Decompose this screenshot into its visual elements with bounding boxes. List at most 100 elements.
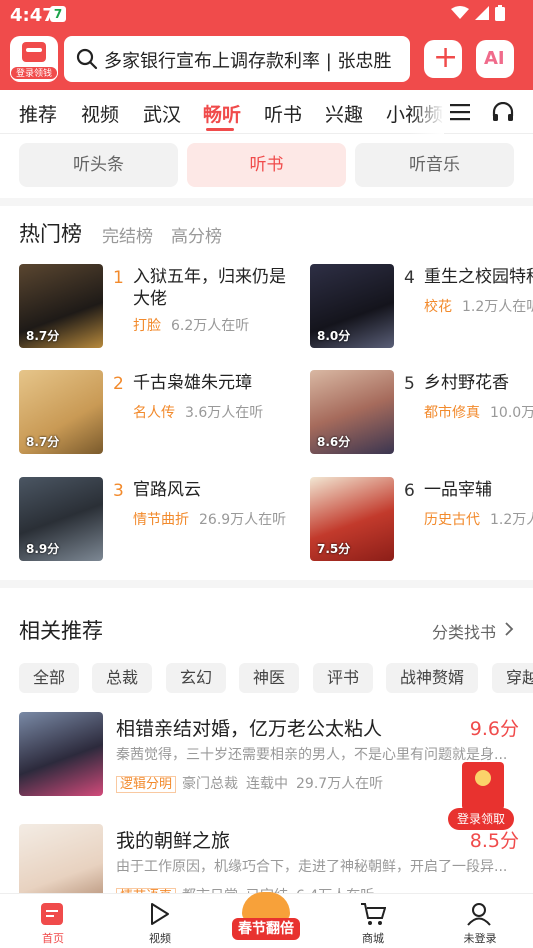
- nav-mall[interactable]: 商城: [333, 894, 413, 948]
- book-description: 由于工作原因，机缘巧合下，走进了神秘朝鲜，开启了一段异...: [116, 859, 508, 875]
- book-cover: 8.7分: [19, 370, 103, 454]
- tab-interest[interactable]: 兴趣: [325, 100, 363, 127]
- segment-headlines[interactable]: 听头条: [19, 143, 178, 187]
- login-claim-button[interactable]: 登录领取: [448, 808, 514, 830]
- book-listeners: 1.2万人在听: [462, 299, 533, 315]
- rank-item[interactable]: 8.7分 2 千古枭雄朱元璋 名人传 3.6万人在听: [19, 370, 289, 454]
- cart-icon: [361, 903, 386, 925]
- tab-completed-ranking[interactable]: 完结榜: [102, 222, 153, 247]
- tab-high-score-ranking[interactable]: 高分榜: [171, 222, 222, 247]
- book-genre: 豪门总裁: [182, 776, 239, 792]
- chip-war-god[interactable]: 战神赘婿: [386, 663, 479, 693]
- rank-item[interactable]: 8.9分 3 官路风云 情节曲折 26.9万人在听: [19, 477, 289, 561]
- book-title: 相错亲结对婚，亿万老公太粘人: [116, 718, 383, 740]
- tab-fade: [410, 90, 444, 134]
- recommend-item[interactable]: 相错亲结对婚，亿万老公太粘人 9.6分 秦茜觉得，三十岁还需要相亲的男人，不是心…: [19, 712, 519, 796]
- segment-music[interactable]: 听音乐: [355, 143, 514, 187]
- chip-storytelling[interactable]: 评书: [313, 663, 374, 693]
- book-meta: 打脸 6.2万人在听: [133, 315, 249, 335]
- nav-label: 视频: [149, 932, 171, 945]
- home-icon: [41, 903, 63, 925]
- chip-doctor[interactable]: 神医: [239, 663, 300, 693]
- tab-changting[interactable]: 畅听: [203, 100, 241, 127]
- book-meta: 历史古代 1.2万人: [424, 509, 533, 529]
- book-title: 重生之校园特种: [424, 267, 533, 287]
- ai-button[interactable]: AI: [476, 40, 514, 78]
- book-meta: 校花 1.2万人在听: [424, 296, 533, 316]
- book-score: 8.6分: [317, 435, 351, 449]
- category-nav: 推荐 视频 武汉 畅听 听书 兴趣 小视频: [0, 90, 533, 134]
- book-meta: 都市修真 10.0万: [424, 402, 533, 422]
- login-reward-tag: 登录领钱: [10, 66, 58, 80]
- book-meta: 逻辑分明 豪门总裁 连载中 29.7万人在听: [116, 773, 391, 793]
- book-cover: 7.5分: [310, 477, 394, 561]
- red-envelope-widget[interactable]: 登录领取: [448, 762, 514, 834]
- plus-icon: +: [433, 40, 459, 75]
- ai-icon: AI: [484, 48, 505, 69]
- book-listeners: 6.2万人在听: [171, 318, 250, 334]
- battery-icon: [495, 5, 505, 21]
- status-bar: 4:47 7: [0, 0, 533, 30]
- book-title: 入狱五年，归来仍是大佬: [133, 267, 286, 309]
- play-icon: [151, 903, 169, 925]
- nav-video[interactable]: 视频: [120, 894, 200, 948]
- nav-spring-festival[interactable]: 春节翻倍: [228, 888, 304, 944]
- book-title: 乡村野花香: [424, 373, 509, 393]
- tab-wuhan[interactable]: 武汉: [143, 100, 181, 127]
- book-score: 8.0分: [317, 329, 351, 343]
- menu-icon[interactable]: [450, 103, 470, 121]
- logo-icon: [22, 42, 46, 62]
- book-listeners: 1.2万人: [490, 512, 533, 528]
- segment-audiobook[interactable]: 听书: [187, 143, 346, 187]
- headphones-icon[interactable]: [492, 102, 514, 122]
- rank-item[interactable]: 8.0分 4 重生之校园特种 校花 1.2万人在听: [310, 264, 533, 348]
- rank-item[interactable]: 8.6分 5 乡村野花香 都市修真 10.0万: [310, 370, 533, 454]
- book-score: 8.9分: [26, 542, 60, 556]
- chip-fantasy[interactable]: 玄幻: [166, 663, 227, 693]
- nav-label: 首页: [42, 932, 64, 945]
- rank-number: 5: [404, 374, 415, 394]
- app-logo-button[interactable]: 登录领钱: [10, 36, 58, 82]
- publish-button[interactable]: +: [424, 40, 462, 78]
- rank-item[interactable]: 7.5分 6 一品宰辅 历史古代 1.2万人: [310, 477, 533, 561]
- book-listeners: 3.6万人在听: [185, 405, 264, 421]
- rank-number: 4: [404, 268, 415, 288]
- nav-label: 未登录: [463, 932, 497, 945]
- user-icon: [467, 903, 491, 926]
- hot-ranking-title: 热门榜: [19, 222, 82, 246]
- nav-account[interactable]: 未登录: [440, 894, 520, 948]
- nav-label: 春节翻倍: [232, 918, 300, 940]
- book-status: 连载中: [246, 776, 289, 792]
- rank-number: 3: [113, 481, 124, 501]
- rank-item[interactable]: 8.7分 1 入狱五年，归来仍是大佬 打脸 6.2万人在听: [19, 264, 289, 348]
- top-header: 4:47 7 登录领钱 多家银行宣布上调存款利率 | 张忠胜 + AI: [0, 0, 533, 90]
- nav-home[interactable]: 首页: [13, 894, 93, 948]
- book-cover: 8.0分: [310, 264, 394, 348]
- book-listeners: 29.7万人在听: [296, 776, 384, 792]
- book-tag: 打脸: [133, 318, 161, 334]
- tab-video[interactable]: 视频: [81, 100, 119, 127]
- book-title: 一品宰辅: [424, 480, 492, 500]
- chevron-right-icon[interactable]: [504, 622, 514, 636]
- status-time: 4:47: [10, 5, 55, 26]
- category-browse-link[interactable]: 分类找书: [432, 619, 496, 643]
- book-cover: 8.9分: [19, 477, 103, 561]
- chip-ceo[interactable]: 总裁: [92, 663, 153, 693]
- book-tag: 都市修真: [424, 405, 480, 421]
- book-description: 秦茜觉得，三十岁还需要相亲的男人，不是心里有问题就是身...: [116, 747, 508, 763]
- red-envelope-icon: [462, 762, 504, 810]
- chip-time-travel[interactable]: 穿越: [492, 663, 533, 693]
- section-divider: [0, 580, 533, 588]
- nav-label: 商城: [362, 932, 384, 945]
- system-icons: [451, 5, 505, 21]
- tab-audiobook[interactable]: 听书: [264, 100, 302, 127]
- rank-number: 1: [113, 268, 124, 288]
- tab-recommend[interactable]: 推荐: [19, 100, 57, 127]
- book-cover: 8.7分: [19, 264, 103, 348]
- search-bar[interactable]: 多家银行宣布上调存款利率 | 张忠胜: [64, 36, 410, 82]
- chip-all[interactable]: 全部: [19, 663, 80, 693]
- book-tag: 情节曲折: [133, 512, 189, 528]
- recommend-title: 相关推荐: [19, 619, 103, 643]
- rank-number: 6: [404, 481, 415, 501]
- book-title: 官路风云: [133, 480, 201, 500]
